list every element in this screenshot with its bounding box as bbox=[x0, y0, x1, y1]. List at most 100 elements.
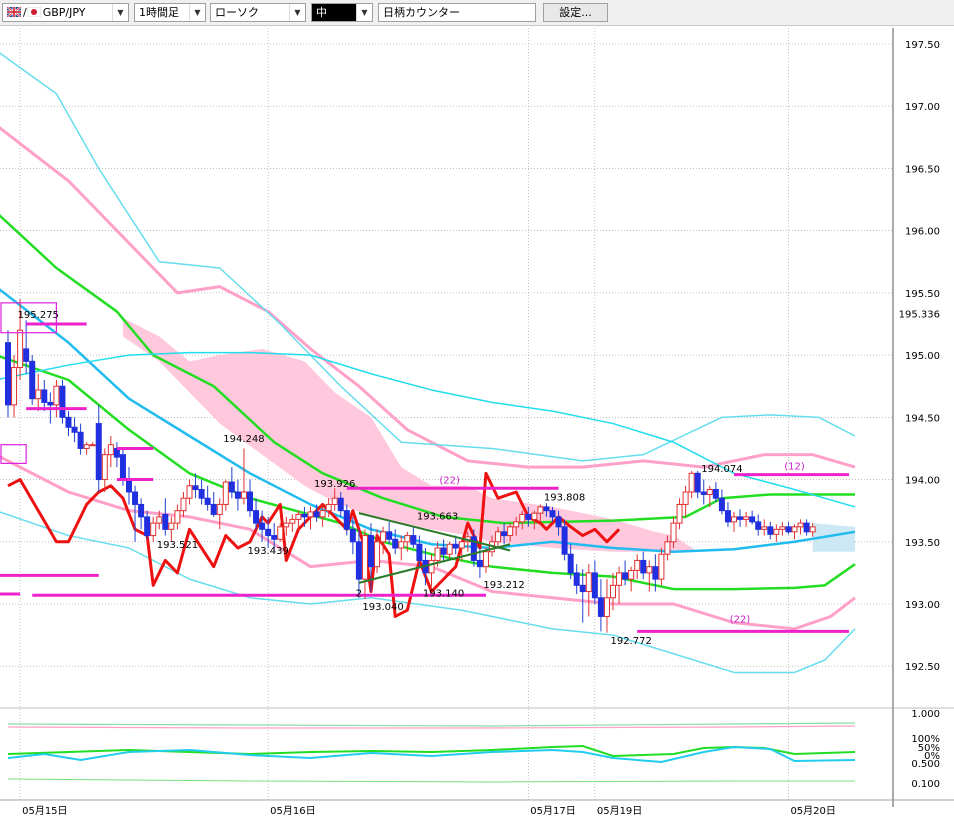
candle-body bbox=[349, 528, 356, 543]
price-label: 194.248 bbox=[223, 434, 264, 445]
candle-body bbox=[664, 541, 671, 555]
candle-body bbox=[222, 481, 229, 505]
candle-body bbox=[597, 597, 604, 617]
chevron-down-icon: ▼ bbox=[289, 4, 305, 21]
candle-body bbox=[622, 572, 629, 580]
candle-body bbox=[337, 497, 344, 512]
candle-body bbox=[507, 526, 514, 537]
settings-button[interactable]: 設定... bbox=[543, 3, 608, 22]
candle-body bbox=[501, 531, 508, 537]
candle-body bbox=[610, 584, 616, 599]
candle-body bbox=[77, 431, 84, 449]
candle-body bbox=[180, 497, 187, 512]
timeframe-select[interactable]: 1時間足 ▼ bbox=[134, 3, 206, 22]
candle-body bbox=[101, 454, 108, 481]
candle-body bbox=[682, 491, 689, 505]
candle-body bbox=[755, 521, 762, 530]
y-tick-label: 195.50 bbox=[905, 289, 940, 300]
chart-style-select[interactable]: ローソク ▼ bbox=[210, 3, 306, 22]
candle-body bbox=[767, 526, 774, 535]
candle-body bbox=[162, 513, 169, 530]
candle-body bbox=[144, 516, 151, 537]
candle-body bbox=[797, 522, 804, 528]
candle-body bbox=[41, 389, 48, 403]
candle-body bbox=[525, 513, 532, 520]
candle-body bbox=[253, 510, 260, 524]
price-label: 193.439 bbox=[247, 546, 288, 557]
candle-body bbox=[361, 535, 368, 580]
y-tick-label: 195.00 bbox=[905, 351, 940, 362]
candle-body bbox=[174, 510, 181, 524]
currency-pair-label: GBP/JPY bbox=[42, 6, 86, 19]
candle-body bbox=[228, 481, 235, 493]
candle-body bbox=[440, 547, 447, 555]
candle-body bbox=[59, 385, 66, 418]
candle-body bbox=[380, 531, 387, 543]
price-label: 2 bbox=[356, 589, 362, 600]
candle-body bbox=[319, 510, 326, 518]
candle-body bbox=[65, 416, 72, 428]
japan-flag-icon bbox=[26, 5, 41, 18]
candle-body bbox=[156, 516, 163, 524]
y-tick-label: 194.00 bbox=[905, 476, 940, 487]
candle-body bbox=[5, 342, 11, 406]
candle-body bbox=[35, 389, 42, 400]
price-label: 193.212 bbox=[483, 580, 524, 591]
price-label: 193.926 bbox=[314, 479, 355, 490]
candle-body bbox=[803, 522, 810, 533]
x-tick-label: 05月15日 bbox=[22, 805, 67, 817]
candle-body bbox=[749, 516, 756, 523]
chevron-down-icon: ▼ bbox=[189, 4, 205, 21]
price-label: 192.772 bbox=[610, 636, 651, 647]
x-tick-label: 05月17日 bbox=[530, 805, 575, 817]
candle-body bbox=[325, 503, 332, 512]
candle-body bbox=[513, 521, 520, 528]
sub-axis-label: 1.000 bbox=[911, 709, 940, 720]
candle-body bbox=[307, 511, 314, 518]
candle-body bbox=[549, 510, 556, 518]
candle-body bbox=[591, 572, 598, 599]
candle-body bbox=[259, 522, 266, 530]
candle-body bbox=[773, 528, 780, 535]
candle-body bbox=[555, 516, 562, 528]
settings-button-label: 設定... bbox=[559, 6, 592, 19]
currency-pair-select[interactable]: / GBP/JPY ▼ bbox=[2, 3, 129, 22]
candle-body bbox=[561, 526, 568, 555]
candle-body bbox=[616, 572, 623, 586]
candle-body bbox=[700, 491, 707, 495]
candle-body bbox=[761, 526, 768, 530]
chevron-down-icon: ▼ bbox=[112, 4, 128, 21]
candle-body bbox=[355, 541, 362, 580]
candle-body bbox=[240, 491, 247, 499]
candle-body bbox=[543, 506, 550, 512]
chart-style-label: ローソク bbox=[215, 6, 259, 19]
y-tick-label: 196.00 bbox=[905, 227, 940, 238]
candle-body bbox=[737, 516, 744, 520]
candle-body bbox=[706, 489, 713, 495]
size-select[interactable]: 中 ▼ bbox=[311, 3, 373, 22]
candle-body bbox=[186, 485, 193, 499]
candle-body bbox=[458, 541, 465, 549]
candle-body bbox=[271, 535, 278, 540]
candle-body bbox=[567, 553, 574, 574]
candle-body bbox=[192, 485, 199, 491]
y-tick-label: 194.50 bbox=[905, 413, 940, 424]
candle-body bbox=[724, 510, 731, 523]
candle-body bbox=[168, 522, 175, 530]
counter-input[interactable]: 日柄カウンター bbox=[378, 3, 536, 22]
candle-body bbox=[670, 522, 677, 543]
candle-body bbox=[779, 526, 786, 530]
candle-body bbox=[234, 491, 241, 499]
y-tick-label: 192.50 bbox=[905, 662, 940, 673]
price-label: 195.275 bbox=[18, 310, 59, 321]
sub-axis-label: 0.500 bbox=[911, 759, 940, 770]
x-tick-label: 05月16日 bbox=[270, 805, 315, 817]
y-tick-label: 193.50 bbox=[905, 538, 940, 549]
candle-body bbox=[519, 513, 526, 523]
candle-body bbox=[537, 506, 544, 514]
candle-body bbox=[416, 543, 423, 561]
candle-body bbox=[126, 479, 132, 493]
candle-body bbox=[676, 503, 683, 524]
candle-body bbox=[210, 503, 217, 515]
candle-body bbox=[652, 566, 659, 580]
